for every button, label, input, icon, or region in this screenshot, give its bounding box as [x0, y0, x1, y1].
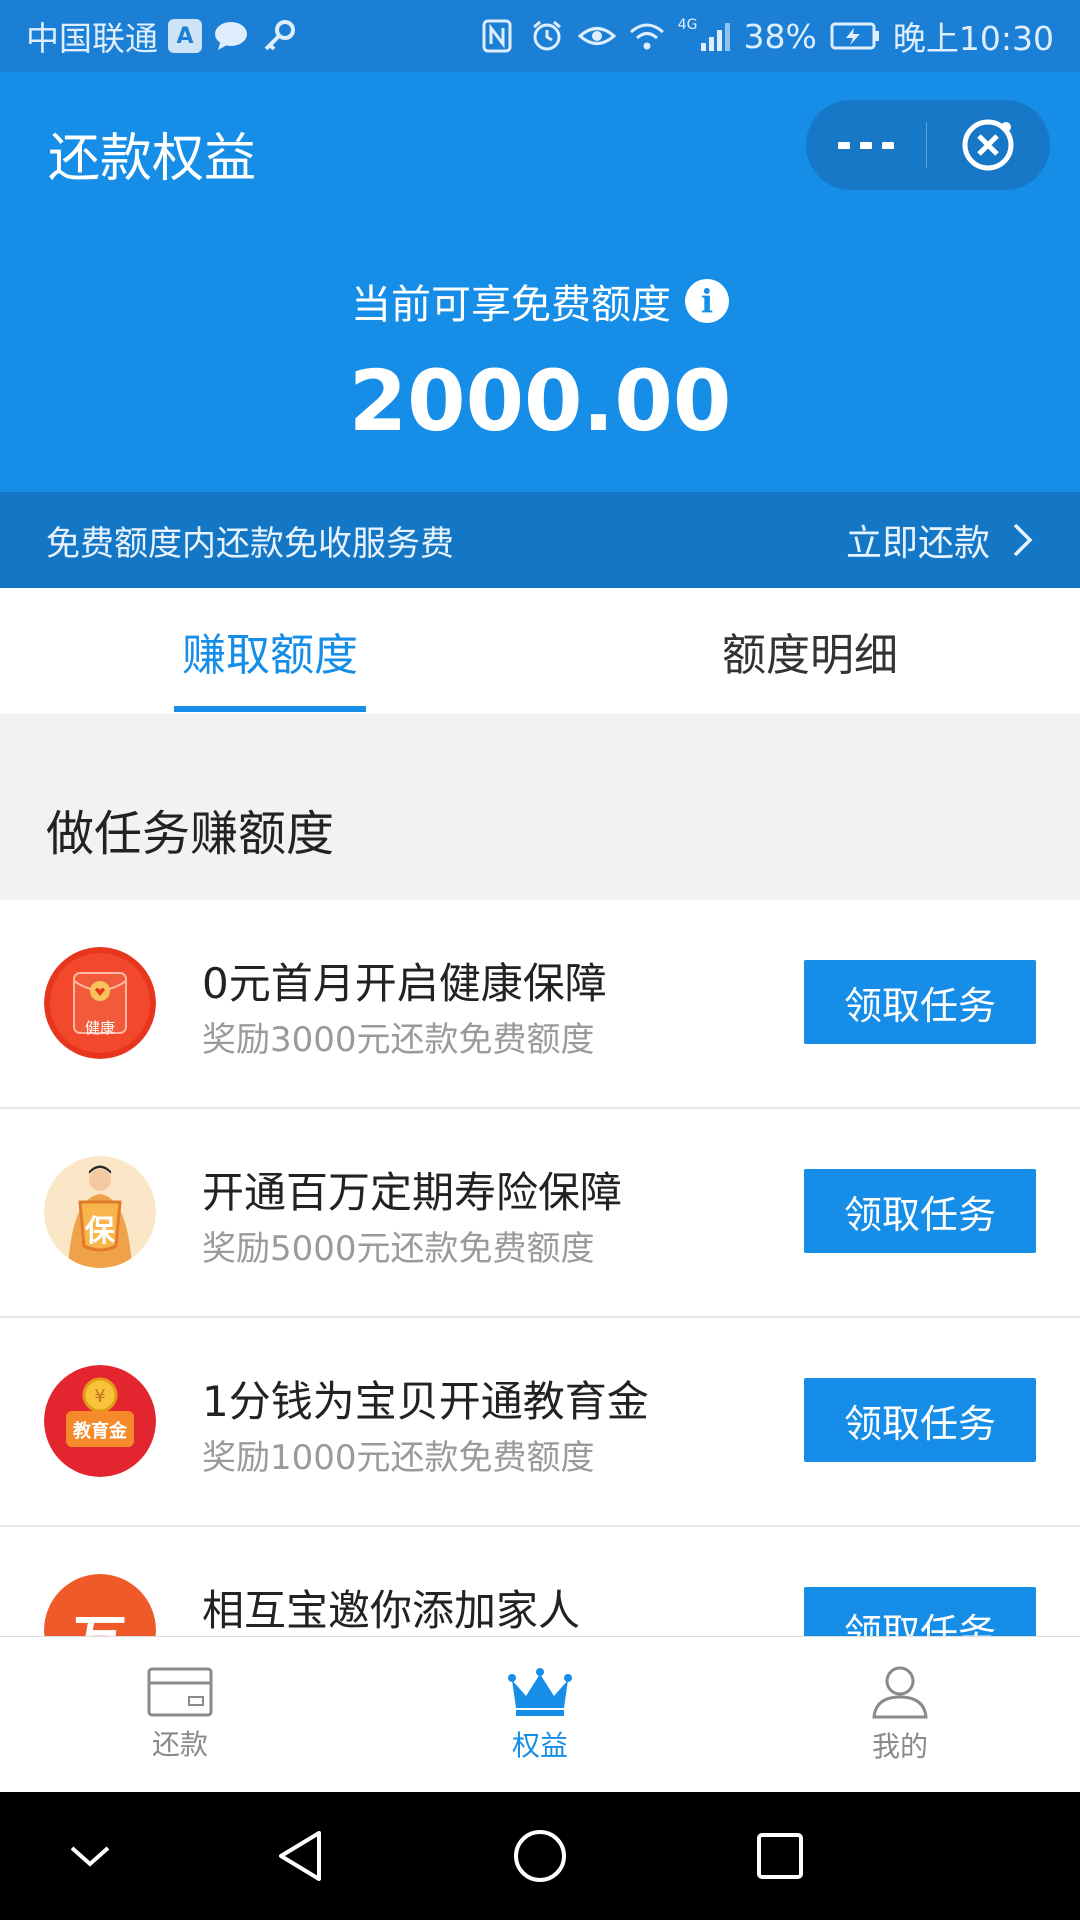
alarm-icon [528, 17, 566, 55]
nav-label: 还款 [151, 1728, 208, 1761]
recents-square-icon [757, 1833, 803, 1879]
repay-now-label: 立即还款 [845, 523, 990, 564]
system-nav-bar [0, 1792, 1080, 1920]
task-title: 1分钱为宝贝开通教育金 [202, 1377, 649, 1426]
education-fund-icon: ¥ 教育金 [44, 1365, 156, 1477]
insurance-person-icon: 保 [44, 1156, 156, 1268]
page-title: 还款权益 [48, 129, 257, 189]
crown-icon [508, 1668, 572, 1716]
task-reward: 奖励3000元还款免费额度 [202, 1020, 595, 1060]
task-title: 开通百万定期寿险保障 [202, 1168, 623, 1217]
collapse-button[interactable] [60, 1826, 120, 1886]
person-icon [872, 1666, 928, 1719]
nav-label: 权益 [511, 1729, 568, 1762]
back-button[interactable] [270, 1826, 330, 1886]
nav-item-mine[interactable]: 我的 [720, 1637, 1080, 1793]
close-button[interactable] [927, 100, 1049, 190]
task-item-xianghubao: 互 相互宝邀你添加家人 领取任务 [0, 1527, 1080, 1636]
section-header: 做任务赚额度 [0, 714, 1080, 900]
task-title: 0元首月开启健康保障 [202, 959, 607, 1008]
quota-label: 当前可享免费额度 [351, 282, 671, 328]
notice-text: 免费额度内还款免收服务费 [46, 523, 454, 564]
task-reward: 奖励1000元还款免费额度 [202, 1438, 595, 1478]
xianghubao-icon-text: 互 [44, 1598, 156, 1636]
battery-percent: 38% [743, 16, 817, 56]
chevron-down-icon [70, 1846, 110, 1867]
claim-task-button[interactable]: 领取任务 [804, 1378, 1036, 1462]
repay-notice-bar: 免费额度内还款免收服务费 立即还款 [0, 492, 1080, 588]
task-item-health: 健康 0元首月开启健康保障 奖励3000元还款免费额度 领取任务 [0, 900, 1080, 1109]
chevron-right-icon [1013, 523, 1033, 557]
insurance-icon-text: 保 [85, 1214, 115, 1249]
card-icon [147, 1667, 213, 1717]
svg-text:¥: ¥ [94, 1386, 105, 1407]
tab-quota-details[interactable]: 额度明细 [540, 588, 1080, 714]
health-icon-text: 健康 [84, 1019, 115, 1037]
close-circle-icon [962, 119, 1014, 171]
task-title: 相互宝邀你添加家人 [202, 1586, 581, 1635]
recents-button[interactable] [750, 1826, 810, 1886]
clock: 晚上10:30 [892, 19, 1054, 58]
xianghubao-icon: 互 [44, 1574, 156, 1636]
bottom-nav: 还款 权益 我的 [0, 1636, 1080, 1792]
task-item-education: ¥ 教育金 1分钱为宝贝开通教育金 奖励1000元还款免费额度 领取任务 [0, 1318, 1080, 1527]
tab-earn-quota[interactable]: 赚取额度 [0, 588, 540, 714]
status-bar: 中国联通 A 4G 38% 晚上10:30 [0, 0, 1080, 72]
header: 还款权益 当前可享免费额度 i 2000.00 免费额度内还款免收服务费 立即还… [0, 72, 1080, 588]
message-icon [212, 17, 250, 55]
home-circle-icon [514, 1830, 566, 1882]
education-icon-text: 教育金 [73, 1421, 127, 1442]
task-item-life-insurance: 保 开通百万定期寿险保障 奖励5000元还款免费额度 领取任务 [0, 1109, 1080, 1318]
eye-icon [577, 17, 616, 55]
more-dots-icon [838, 142, 894, 149]
network-type-label: 4G [677, 17, 698, 33]
app-badge-icon: A [168, 19, 202, 53]
key-icon [260, 17, 298, 55]
battery-icon [829, 17, 881, 55]
nav-label: 我的 [871, 1730, 928, 1763]
claim-task-button[interactable]: 领取任务 [804, 1587, 1036, 1636]
claim-task-button[interactable]: 领取任务 [804, 1169, 1036, 1253]
wifi-icon [628, 17, 666, 55]
red-envelope-icon: 健康 [44, 947, 156, 1059]
mini-program-capsule [806, 100, 1050, 190]
task-list: 健康 0元首月开启健康保障 奖励3000元还款免费额度 领取任务 保 开通百万定… [0, 900, 1080, 1636]
home-button[interactable] [510, 1826, 570, 1886]
nav-item-benefits[interactable]: 权益 [360, 1637, 720, 1793]
nav-item-repay[interactable]: 还款 [0, 1637, 360, 1793]
carrier-label: 中国联通 [26, 19, 158, 58]
claim-task-button[interactable]: 领取任务 [804, 960, 1036, 1044]
tab-bar: 赚取额度 额度明细 [0, 588, 1080, 714]
more-button[interactable] [806, 100, 926, 190]
quota-label-row: 当前可享免费额度 i [0, 272, 1080, 330]
task-reward: 奖励5000元还款免费额度 [202, 1229, 595, 1269]
quota-amount: 2000.00 [348, 352, 732, 450]
back-triangle-icon [279, 1831, 321, 1881]
nfc-icon [478, 17, 516, 55]
info-icon[interactable]: i [685, 279, 729, 323]
signal-icon: 4G [678, 17, 732, 55]
section-title: 做任务赚额度 [46, 806, 335, 862]
repay-now-link[interactable]: 立即还款 [846, 514, 1034, 566]
